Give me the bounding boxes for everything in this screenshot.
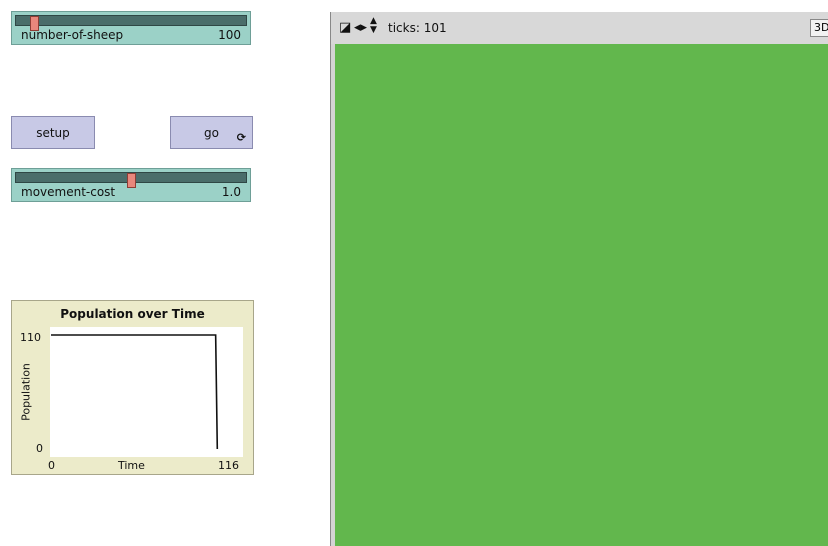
population-series-line <box>51 334 219 450</box>
plot-ylabel: Population <box>19 363 33 421</box>
setup-button[interactable]: setup <box>11 116 95 149</box>
plot-xlabel: Time <box>118 459 145 472</box>
number-of-sheep-slider[interactable]: number-of-sheep 100 <box>11 11 251 45</box>
slider-track[interactable] <box>15 15 247 31</box>
slider-label: movement-cost <box>21 185 116 199</box>
world-canvas[interactable] <box>335 44 828 546</box>
go-button[interactable]: go ⟳ <box>170 116 253 149</box>
x-min-tick: 0 <box>48 459 55 472</box>
world-view: ◪ ◂▸ ▲ ▼ ticks: 101 3D <box>330 12 828 546</box>
three-d-button[interactable]: 3D <box>810 19 828 37</box>
y-min-tick: 0 <box>36 442 43 455</box>
slider-track[interactable] <box>15 172 247 188</box>
slider-value: 100 <box>218 28 241 42</box>
view-toolbar: ◪ ◂▸ ▲ ▼ ticks: 101 3D <box>331 12 828 44</box>
ticks-counter: ticks: 101 <box>388 21 447 35</box>
horizontal-arrows-icon[interactable]: ◂▸ <box>354 20 367 35</box>
y-max-tick: 110 <box>20 331 41 344</box>
population-plot: Population over Time Population 110 0 0 … <box>11 300 254 475</box>
x-max-tick: 116 <box>218 459 239 472</box>
plot-area <box>50 327 243 457</box>
slider-thumb[interactable] <box>127 173 136 188</box>
slider-label: number-of-sheep <box>21 28 124 42</box>
plot-title: Population over Time <box>60 307 205 321</box>
setup-button-label: setup <box>36 126 70 140</box>
vertical-arrows-icon[interactable]: ▲ ▼ <box>370 17 377 35</box>
slider-value: 1.0 <box>221 185 241 199</box>
halt-view-icon[interactable]: ◪ <box>339 20 351 35</box>
plot-svg <box>51 334 219 450</box>
movement-cost-slider[interactable]: movement-cost 1.0 <box>11 168 251 202</box>
forever-icon: ⟳ <box>236 131 246 144</box>
